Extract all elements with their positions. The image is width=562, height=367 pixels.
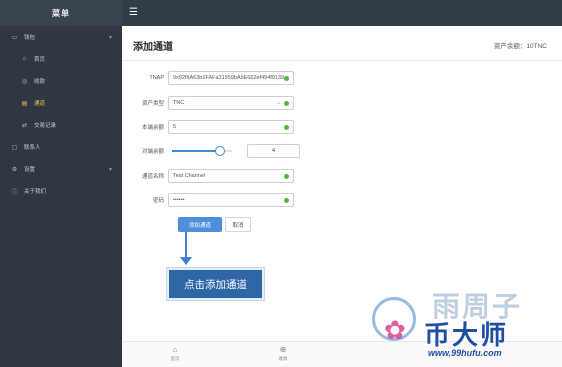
slider-handle[interactable] (215, 146, 225, 156)
form-row-password: 密码 •••••• (122, 193, 294, 207)
password-field[interactable]: •••••• (168, 193, 294, 207)
divider (122, 60, 562, 61)
home-icon: ⌂ (22, 56, 27, 62)
sidebar-item-receive[interactable]: ◎ 收款 (0, 70, 122, 92)
annotation-callout: 点击添加通道 (167, 268, 264, 300)
page-title: 添加通道 (133, 42, 173, 53)
tab-label: 收款 (278, 356, 288, 361)
sidebar-item-contacts[interactable]: ▢ 联系人 (0, 136, 122, 158)
settings-icon: ⚙ (11, 166, 18, 173)
valid-check-icon (284, 198, 289, 203)
form-row-asset-type: 资产类型 TNC ⌄ (122, 96, 294, 110)
sidebar-item-wallet[interactable]: ▭ 钱包 ▾ (0, 26, 122, 48)
sidebar-item-label: 通道 (34, 101, 46, 107)
valid-check-icon (284, 101, 289, 106)
sidebar-item-label: 钱包 (24, 35, 36, 41)
my-deposit-value: 5 (173, 124, 177, 130)
sidebar-item-transactions[interactable]: ⇄ 交易记录 (0, 114, 122, 136)
sidebar-item-label: 设置 (24, 167, 36, 173)
form-row-my-deposit: 本端余额 5 (122, 120, 294, 134)
watermark-logo: ✿ 雨周子 币大师 www.99hufu.com (362, 285, 557, 365)
channel-name-value: Test Channel (173, 173, 206, 179)
tab-label: 首页 (170, 356, 180, 361)
receive-icon: ⊕ (279, 345, 287, 354)
peer-deposit-slider[interactable] (172, 146, 232, 156)
peer-deposit-input[interactable]: 4 (247, 144, 300, 158)
watermark-text-main: 币大师 (424, 320, 509, 350)
asset-type-label: 资产类型 (141, 101, 164, 107)
sidebar-title: 菜单 (0, 0, 122, 26)
chevron-down-icon: ⌄ (275, 100, 281, 106)
tnap-value: 0x92f8A63b1FAFa31959bA5E662ef494f9139 (173, 75, 285, 81)
watermark-url: www.99hufu.com (428, 348, 502, 358)
form-row-tnap: TNAP 0x92f8A63b1FAFa31959bA5E662ef494f91… (122, 71, 294, 85)
valid-check-icon (284, 125, 289, 130)
tnap-field[interactable]: 0x92f8A63b1FAFa31959bA5E662ef494f9139 (168, 71, 294, 85)
channel-icon: ▤ (21, 100, 28, 107)
password-label: 密码 (152, 198, 164, 204)
sidebar-item-label: 交易记录 (34, 123, 57, 129)
my-deposit-label: 本端余额 (141, 125, 164, 131)
home-icon: ⌂ (172, 345, 178, 354)
asset-type-value: TNC (173, 100, 185, 106)
slider-fill (172, 150, 220, 152)
add-channel-button[interactable]: 添加通道 (178, 217, 222, 232)
peer-deposit-label: 对端余额 (141, 149, 164, 155)
tab-home[interactable]: ⌂ 首页 (160, 345, 190, 362)
sidebar-item-label: 联系人 (24, 145, 41, 151)
sidebar-item-channel[interactable]: ▤ 通道 (0, 92, 122, 114)
form-row-peer-deposit: 对端余额 4 (122, 144, 322, 158)
flower-icon: ✿ (384, 315, 406, 345)
chevron-down-icon: ▾ (108, 34, 112, 41)
chevron-down-icon: ▾ (108, 166, 112, 173)
top-bar: ☰ (122, 0, 562, 26)
cancel-button[interactable]: 取消 (225, 217, 251, 232)
peer-deposit-value: 4 (271, 148, 276, 154)
asset-type-select[interactable]: TNC ⌄ (168, 96, 294, 110)
hamburger-menu-icon[interactable]: ☰ (129, 8, 138, 18)
asset-balance: 资产余额：10TNC (493, 43, 547, 50)
transfer-icon: ⇄ (21, 122, 28, 129)
form-row-channel-name: 通道名称 Test Channel (122, 169, 294, 183)
receive-icon: ◎ (21, 78, 28, 85)
valid-check-icon (284, 76, 289, 81)
tab-receive[interactable]: ⊕ 收款 (268, 345, 298, 362)
annotation-arrow-head (180, 257, 192, 265)
sidebar-item-about[interactable]: ⓘ 关于我们 (0, 180, 122, 202)
wallet-icon: ▭ (11, 34, 18, 41)
sidebar-item-home[interactable]: ⌂ 首页 (0, 48, 122, 70)
channel-name-field[interactable]: Test Channel (168, 169, 294, 183)
sidebar-item-label: 收款 (34, 79, 46, 85)
sidebar-item-label: 首页 (34, 57, 46, 63)
valid-check-icon (284, 174, 289, 179)
sidebar: 菜单 ▭ 钱包 ▾ ⌂ 首页 ◎ 收款 ▤ 通道 ⇄ 交易记录 ▢ 联系人 ⚙ … (0, 0, 122, 367)
contacts-icon: ▢ (11, 144, 18, 151)
annotation-arrow-line (185, 232, 187, 259)
password-value: •••••• (173, 197, 185, 203)
sidebar-item-settings[interactable]: ⚙ 设置 ▾ (0, 158, 122, 180)
my-deposit-field[interactable]: 5 (168, 120, 294, 134)
tnap-label: TNAP (149, 75, 164, 81)
channel-name-label: 通道名称 (141, 174, 164, 180)
info-icon: ⓘ (11, 189, 18, 196)
sidebar-item-label: 关于我们 (24, 189, 47, 195)
